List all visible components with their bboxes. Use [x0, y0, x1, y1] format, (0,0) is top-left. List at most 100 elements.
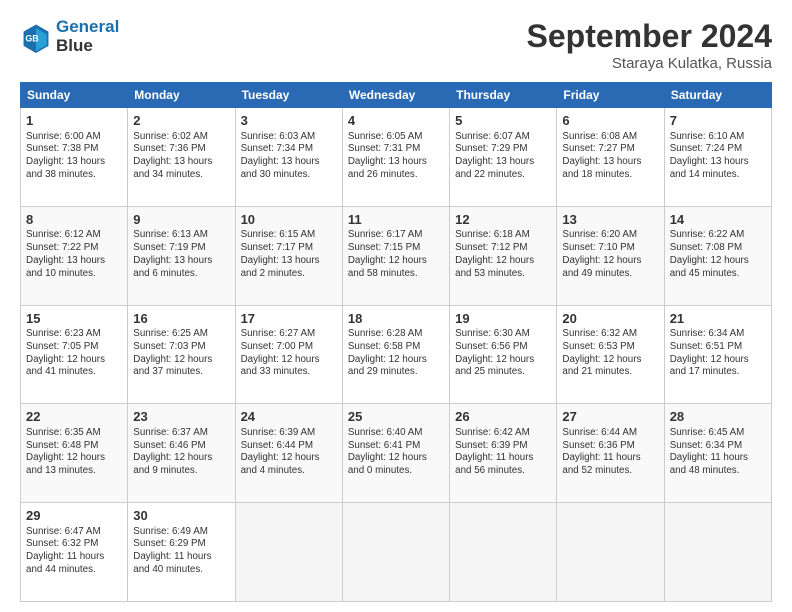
day-info: Sunrise: 6:47 AM Sunset: 6:32 PM Dayligh… [26, 526, 122, 577]
day-number: 30 [133, 507, 229, 525]
weekday-header: Thursday [450, 83, 557, 108]
calendar-cell: 23Sunrise: 6:37 AM Sunset: 6:46 PM Dayli… [128, 404, 235, 503]
calendar-cell: 17Sunrise: 6:27 AM Sunset: 7:00 PM Dayli… [235, 305, 342, 404]
calendar-cell: 27Sunrise: 6:44 AM Sunset: 6:36 PM Dayli… [557, 404, 664, 503]
day-number: 7 [670, 112, 766, 130]
calendar-cell: 14Sunrise: 6:22 AM Sunset: 7:08 PM Dayli… [664, 206, 771, 305]
day-info: Sunrise: 6:34 AM Sunset: 6:51 PM Dayligh… [670, 328, 766, 379]
calendar-table: SundayMondayTuesdayWednesdayThursdayFrid… [20, 82, 772, 602]
calendar-cell: 10Sunrise: 6:15 AM Sunset: 7:17 PM Dayli… [235, 206, 342, 305]
day-info: Sunrise: 6:10 AM Sunset: 7:24 PM Dayligh… [670, 131, 766, 182]
month-title: September 2024 [527, 18, 772, 55]
calendar-cell: 2Sunrise: 6:02 AM Sunset: 7:36 PM Daylig… [128, 108, 235, 207]
calendar-cell [557, 503, 664, 602]
day-info: Sunrise: 6:40 AM Sunset: 6:41 PM Dayligh… [348, 427, 444, 478]
day-number: 21 [670, 310, 766, 328]
day-number: 5 [455, 112, 551, 130]
day-number: 28 [670, 408, 766, 426]
day-number: 27 [562, 408, 658, 426]
day-info: Sunrise: 6:37 AM Sunset: 6:46 PM Dayligh… [133, 427, 229, 478]
location: Staraya Kulatka, Russia [527, 55, 772, 72]
logo-line1: General [56, 17, 119, 36]
day-info: Sunrise: 6:39 AM Sunset: 6:44 PM Dayligh… [241, 427, 337, 478]
day-number: 11 [348, 211, 444, 229]
logo-line2: Blue [56, 37, 119, 56]
calendar-cell: 30Sunrise: 6:49 AM Sunset: 6:29 PM Dayli… [128, 503, 235, 602]
calendar-cell: 28Sunrise: 6:45 AM Sunset: 6:34 PM Dayli… [664, 404, 771, 503]
calendar-cell: 18Sunrise: 6:28 AM Sunset: 6:58 PM Dayli… [342, 305, 449, 404]
day-info: Sunrise: 6:05 AM Sunset: 7:31 PM Dayligh… [348, 131, 444, 182]
day-number: 19 [455, 310, 551, 328]
calendar-cell [235, 503, 342, 602]
calendar-cell: 16Sunrise: 6:25 AM Sunset: 7:03 PM Dayli… [128, 305, 235, 404]
calendar-cell: 9Sunrise: 6:13 AM Sunset: 7:19 PM Daylig… [128, 206, 235, 305]
day-info: Sunrise: 6:17 AM Sunset: 7:15 PM Dayligh… [348, 229, 444, 280]
day-number: 26 [455, 408, 551, 426]
day-info: Sunrise: 6:49 AM Sunset: 6:29 PM Dayligh… [133, 526, 229, 577]
day-info: Sunrise: 6:44 AM Sunset: 6:36 PM Dayligh… [562, 427, 658, 478]
day-info: Sunrise: 6:15 AM Sunset: 7:17 PM Dayligh… [241, 229, 337, 280]
day-info: Sunrise: 6:00 AM Sunset: 7:38 PM Dayligh… [26, 131, 122, 182]
calendar-cell: 29Sunrise: 6:47 AM Sunset: 6:32 PM Dayli… [21, 503, 128, 602]
calendar-cell: 26Sunrise: 6:42 AM Sunset: 6:39 PM Dayli… [450, 404, 557, 503]
calendar-cell: 15Sunrise: 6:23 AM Sunset: 7:05 PM Dayli… [21, 305, 128, 404]
calendar-cell: 20Sunrise: 6:32 AM Sunset: 6:53 PM Dayli… [557, 305, 664, 404]
svg-text:GB: GB [25, 33, 38, 43]
page: GB General Blue September 2024 Staraya K… [0, 0, 792, 612]
day-info: Sunrise: 6:08 AM Sunset: 7:27 PM Dayligh… [562, 131, 658, 182]
calendar-cell: 21Sunrise: 6:34 AM Sunset: 6:51 PM Dayli… [664, 305, 771, 404]
calendar-cell: 22Sunrise: 6:35 AM Sunset: 6:48 PM Dayli… [21, 404, 128, 503]
calendar-cell: 13Sunrise: 6:20 AM Sunset: 7:10 PM Dayli… [557, 206, 664, 305]
day-info: Sunrise: 6:03 AM Sunset: 7:34 PM Dayligh… [241, 131, 337, 182]
weekday-header: Monday [128, 83, 235, 108]
calendar-cell: 11Sunrise: 6:17 AM Sunset: 7:15 PM Dayli… [342, 206, 449, 305]
day-info: Sunrise: 6:20 AM Sunset: 7:10 PM Dayligh… [562, 229, 658, 280]
day-info: Sunrise: 6:32 AM Sunset: 6:53 PM Dayligh… [562, 328, 658, 379]
header: GB General Blue September 2024 Staraya K… [20, 18, 772, 72]
day-info: Sunrise: 6:30 AM Sunset: 6:56 PM Dayligh… [455, 328, 551, 379]
day-info: Sunrise: 6:18 AM Sunset: 7:12 PM Dayligh… [455, 229, 551, 280]
day-number: 10 [241, 211, 337, 229]
day-number: 1 [26, 112, 122, 130]
day-info: Sunrise: 6:25 AM Sunset: 7:03 PM Dayligh… [133, 328, 229, 379]
day-number: 13 [562, 211, 658, 229]
day-number: 2 [133, 112, 229, 130]
calendar-cell: 12Sunrise: 6:18 AM Sunset: 7:12 PM Dayli… [450, 206, 557, 305]
day-number: 25 [348, 408, 444, 426]
calendar-cell [450, 503, 557, 602]
logo: GB General Blue [20, 18, 119, 55]
calendar-cell: 4Sunrise: 6:05 AM Sunset: 7:31 PM Daylig… [342, 108, 449, 207]
day-number: 3 [241, 112, 337, 130]
day-number: 18 [348, 310, 444, 328]
calendar-cell: 7Sunrise: 6:10 AM Sunset: 7:24 PM Daylig… [664, 108, 771, 207]
day-info: Sunrise: 6:45 AM Sunset: 6:34 PM Dayligh… [670, 427, 766, 478]
day-number: 29 [26, 507, 122, 525]
logo-icon: GB [20, 21, 52, 53]
day-number: 15 [26, 310, 122, 328]
day-number: 9 [133, 211, 229, 229]
logo-text: General Blue [56, 18, 119, 55]
day-info: Sunrise: 6:12 AM Sunset: 7:22 PM Dayligh… [26, 229, 122, 280]
calendar-cell: 25Sunrise: 6:40 AM Sunset: 6:41 PM Dayli… [342, 404, 449, 503]
day-info: Sunrise: 6:22 AM Sunset: 7:08 PM Dayligh… [670, 229, 766, 280]
calendar-cell: 24Sunrise: 6:39 AM Sunset: 6:44 PM Dayli… [235, 404, 342, 503]
calendar-cell: 5Sunrise: 6:07 AM Sunset: 7:29 PM Daylig… [450, 108, 557, 207]
day-number: 4 [348, 112, 444, 130]
calendar-cell: 8Sunrise: 6:12 AM Sunset: 7:22 PM Daylig… [21, 206, 128, 305]
weekday-header: Sunday [21, 83, 128, 108]
day-number: 6 [562, 112, 658, 130]
day-info: Sunrise: 6:07 AM Sunset: 7:29 PM Dayligh… [455, 131, 551, 182]
day-info: Sunrise: 6:42 AM Sunset: 6:39 PM Dayligh… [455, 427, 551, 478]
day-number: 14 [670, 211, 766, 229]
day-number: 17 [241, 310, 337, 328]
day-info: Sunrise: 6:35 AM Sunset: 6:48 PM Dayligh… [26, 427, 122, 478]
day-number: 8 [26, 211, 122, 229]
day-number: 22 [26, 408, 122, 426]
title-block: September 2024 Staraya Kulatka, Russia [527, 18, 772, 72]
day-number: 16 [133, 310, 229, 328]
weekday-header: Wednesday [342, 83, 449, 108]
day-info: Sunrise: 6:28 AM Sunset: 6:58 PM Dayligh… [348, 328, 444, 379]
calendar-cell [664, 503, 771, 602]
day-number: 12 [455, 211, 551, 229]
calendar-cell: 6Sunrise: 6:08 AM Sunset: 7:27 PM Daylig… [557, 108, 664, 207]
